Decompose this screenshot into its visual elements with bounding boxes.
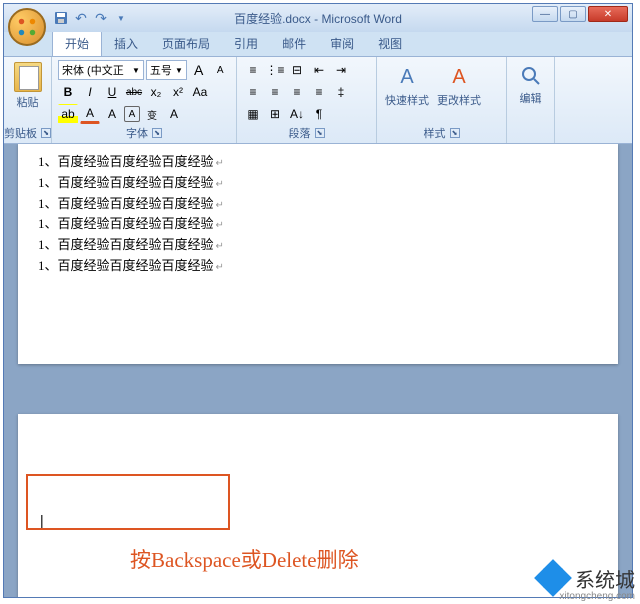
document-area[interactable]: 1、百度经验百度经验百度经验 1、百度经验百度经验百度经验 1、百度经验百度经验… — [4, 144, 632, 597]
multilevel-button[interactable]: ⊟ — [287, 60, 307, 80]
watermark: 系统城 — [537, 562, 635, 594]
tab-insert[interactable]: 插入 — [102, 31, 150, 56]
editing-group: 编辑 — [507, 57, 555, 143]
strike-button[interactable]: abc — [124, 82, 144, 102]
paragraph-label: 段落 — [289, 125, 311, 141]
word-window: ↶ ↷ ▼ 百度经验.docx - Microsoft Word ― ▢ ✕ 开… — [3, 3, 633, 598]
justify-button[interactable]: ≡ — [309, 82, 329, 102]
watermark-brand: 系统城 — [575, 564, 635, 593]
editing-button[interactable]: 编辑 — [520, 90, 542, 106]
title-bar: ↶ ↷ ▼ 百度经验.docx - Microsoft Word ― ▢ ✕ — [4, 4, 632, 32]
change-styles-button[interactable]: A 更改样式 — [435, 60, 483, 110]
shrink-font-button[interactable]: A — [210, 60, 230, 80]
annotation-box — [26, 474, 230, 530]
subscript-button[interactable]: x₂ — [146, 82, 166, 102]
line-spacing-button[interactable]: ‡ — [331, 82, 351, 102]
paste-label: 粘贴 — [17, 94, 39, 110]
instruction-text: 按Backspace或Delete删除 — [130, 544, 359, 574]
bold-button[interactable]: B — [58, 82, 78, 102]
change-case-button[interactable]: Aa — [190, 82, 210, 102]
quick-access-toolbar: ↶ ↷ ▼ — [52, 9, 130, 27]
superscript-button[interactable]: x² — [168, 82, 188, 102]
clipboard-label: 剪贴板 — [4, 125, 37, 141]
show-marks-button[interactable]: ¶ — [309, 104, 329, 124]
borders-button[interactable]: ⊞ — [265, 104, 285, 124]
clipboard-group: 粘贴 剪贴板 ⬊ — [4, 57, 52, 143]
char-border-button[interactable]: A — [124, 106, 140, 122]
quick-styles-button[interactable]: A 快速样式 — [383, 60, 431, 110]
numbering-button[interactable]: ⋮≡ — [265, 60, 285, 80]
page-1[interactable]: 1、百度经验百度经验百度经验 1、百度经验百度经验百度经验 1、百度经验百度经验… — [18, 144, 618, 364]
paragraph-launcher[interactable]: ⬊ — [315, 128, 325, 138]
font-size-combo[interactable]: 五号▼ — [146, 60, 187, 80]
clipboard-launcher[interactable]: ⬊ — [41, 128, 51, 138]
styles-launcher[interactable]: ⬊ — [450, 128, 460, 138]
tab-mail[interactable]: 邮件 — [270, 31, 318, 56]
shading-button[interactable]: ▦ — [243, 104, 263, 124]
save-button[interactable] — [52, 9, 70, 27]
watermark-url: xitongcheng.com — [559, 591, 635, 602]
window-title: 百度经验.docx - Microsoft Word — [234, 10, 402, 27]
doc-line[interactable]: 1、百度经验百度经验百度经验 — [38, 194, 598, 215]
paste-icon — [14, 62, 42, 92]
redo-button[interactable]: ↷ — [92, 9, 110, 27]
change-styles-icon: A — [444, 62, 474, 92]
doc-line[interactable]: 1、百度经验百度经验百度经验 — [38, 173, 598, 194]
qat-dropdown[interactable]: ▼ — [112, 9, 130, 27]
doc-line[interactable]: 1、百度经验百度经验百度经验 — [38, 214, 598, 235]
tab-review[interactable]: 审阅 — [318, 31, 366, 56]
char-shading-button[interactable]: A — [102, 104, 122, 124]
indent-left-button[interactable]: ⇤ — [309, 60, 329, 80]
ribbon-tabs: 开始 插入 页面布局 引用 邮件 审阅 视图 — [52, 32, 632, 56]
text-cursor: | — [40, 512, 44, 528]
ribbon: 粘贴 剪贴板 ⬊ 宋体 (中文正▼ 五号▼ A A B I U abc x₂ x² — [4, 56, 632, 144]
doc-line[interactable]: 1、百度经验百度经验百度经验 — [38, 152, 598, 173]
minimize-button[interactable]: ― — [532, 6, 558, 22]
doc-line[interactable]: 1、百度经验百度经验百度经验 — [38, 235, 598, 256]
tab-home[interactable]: 开始 — [52, 30, 102, 56]
tab-view[interactable]: 视图 — [366, 31, 414, 56]
align-left-button[interactable]: ≡ — [243, 82, 263, 102]
office-button[interactable] — [8, 8, 46, 46]
styles-group: A 快速样式 A 更改样式 样式 ⬊ — [377, 57, 507, 143]
align-center-button[interactable]: ≡ — [265, 82, 285, 102]
grow-font-button[interactable]: A — [189, 60, 209, 80]
paragraph-group: ≡ ⋮≡ ⊟ ⇤ ⇥ ≡ ≡ ≡ ≡ ‡ ▦ ⊞ A↓ ¶ — [237, 57, 377, 143]
close-button[interactable]: ✕ — [588, 6, 628, 22]
sort-button[interactable]: A↓ — [287, 104, 307, 124]
tab-layout[interactable]: 页面布局 — [150, 31, 222, 56]
maximize-button[interactable]: ▢ — [560, 6, 586, 22]
font-color-button[interactable]: A — [80, 104, 100, 124]
italic-button[interactable]: I — [80, 82, 100, 102]
indent-right-button[interactable]: ⇥ — [331, 60, 351, 80]
align-right-button[interactable]: ≡ — [287, 82, 307, 102]
undo-button[interactable]: ↶ — [72, 9, 90, 27]
font-group: 宋体 (中文正▼ 五号▼ A A B I U abc x₂ x² Aa ab A — [52, 57, 237, 143]
clear-format-button[interactable]: A — [164, 104, 184, 124]
tab-references[interactable]: 引用 — [222, 31, 270, 56]
styles-label: 样式 — [424, 125, 446, 141]
watermark-logo — [537, 562, 569, 594]
doc-line[interactable]: 1、百度经验百度经验百度经验 — [38, 256, 598, 277]
bullets-button[interactable]: ≡ — [243, 60, 263, 80]
phonetic-button[interactable]: 变 — [142, 104, 162, 124]
quick-styles-icon: A — [392, 62, 422, 92]
font-launcher[interactable]: ⬊ — [152, 128, 162, 138]
window-controls: ― ▢ ✕ — [532, 6, 628, 22]
font-name-combo[interactable]: 宋体 (中文正▼ — [58, 60, 144, 80]
font-label: 字体 — [126, 125, 148, 141]
highlight-button[interactable]: ab — [58, 104, 78, 124]
paste-button[interactable]: 粘贴 — [10, 60, 45, 112]
find-icon — [519, 64, 543, 88]
underline-button[interactable]: U — [102, 82, 122, 102]
